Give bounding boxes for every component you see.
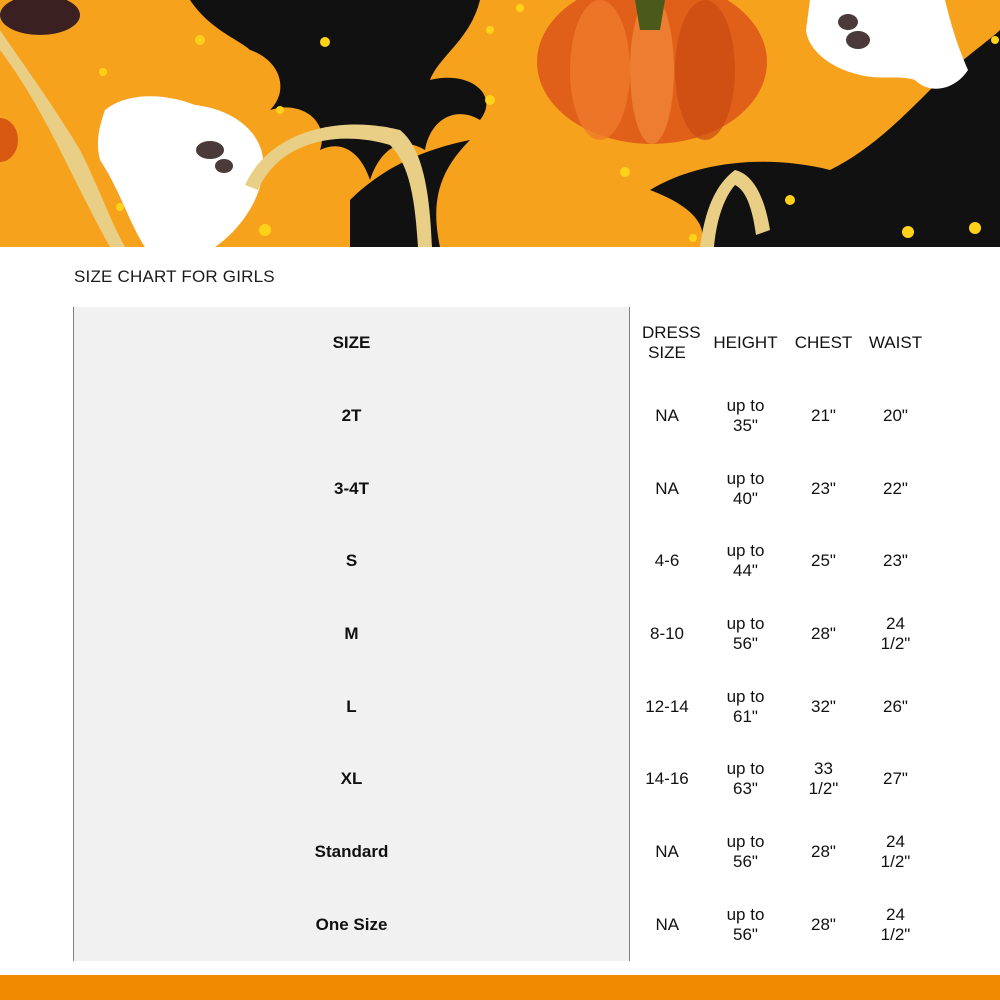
waist-cell: 24 1/2" [861,598,931,671]
column-header-size: SIZE [73,307,630,380]
height-value: up to 61" [726,686,765,726]
waist-cell: 22" [861,452,931,525]
height-cell: up to 61" [705,670,787,743]
column-header-waist: WAIST [868,333,923,353]
column-header-chest: CHEST [794,333,853,353]
size-cell: 3-4T [73,452,630,526]
dress-size-cell: NA [655,914,680,934]
waist-value: 22" [883,478,908,498]
height-cell: up to 56" [705,598,787,671]
banner-illustration [0,0,1000,247]
table-row: M 8-10 up to 56" 28" 24 1/2" [73,597,931,671]
chest-cell: 25" [787,525,861,598]
height-value: up to 40" [726,468,765,508]
height-cell: up to 63" [705,743,787,816]
chest-cell: 23" [787,452,861,525]
table-row: S 4-6 up to 44" 25" 23" [73,525,931,598]
height-cell: up to 56" [705,889,787,962]
size-cell: M [73,597,630,671]
size-cell: L [73,670,630,744]
waist-cell: 20" [861,380,931,453]
size-cell: S [73,525,630,598]
waist-cell: 24 1/2" [861,889,931,962]
size-cell: One Size [73,888,630,962]
waist-value: 24 1/2" [880,832,911,872]
waist-cell: 24 1/2" [861,816,931,889]
chest-value: 32" [811,696,836,716]
waist-cell: 26" [861,670,931,743]
chest-value: 21" [811,406,836,426]
chest-cell: 28" [787,816,861,889]
dress-size-cell: NA [655,406,679,426]
height-cell: up to 56" [705,816,787,889]
height-value: up to 44" [726,541,765,581]
chest-cell: 28" [787,598,861,671]
waist-value: 24 1/2" [880,614,911,654]
column-header-height: HEIGHT [713,333,778,353]
chest-value: 25" [811,551,836,571]
table-row: Standard NA up to 56" 28" 24 1/2" [73,815,931,889]
table-row: 2T NA up to 35" 21" 20" [73,379,931,453]
table-row: XL 14-16 up to 63" 33 1/2" 27" [73,743,931,816]
waist-value: 26" [883,696,908,716]
dress-size-cell: 12-14 [645,696,689,716]
size-chart-table: SIZE DRESS SIZE HEIGHT CHEST WAIST 2T NA… [73,307,931,962]
table-row: One Size NA up to 56" 28" 24 1/2" [73,888,931,962]
waist-value: 23" [883,551,908,571]
chest-cell: 28" [787,889,861,962]
chest-value: 28" [811,624,836,644]
height-value: up to 56" [726,904,765,944]
height-value: up to 35" [726,396,765,436]
waist-value: 24 1/2" [880,904,911,944]
chest-value: 33 1/2" [808,759,839,799]
chest-cell: 32" [787,670,861,743]
size-cell: XL [73,743,630,816]
chest-value: 28" [811,914,836,934]
waist-value: 20" [883,406,908,426]
table-header-row: SIZE DRESS SIZE HEIGHT CHEST WAIST [73,307,931,380]
height-cell: up to 44" [705,525,787,598]
dress-size-cell: NA [655,842,679,862]
halloween-banner-image [0,0,1000,247]
footer-color-strip [0,975,1000,1000]
waist-cell: 27" [861,743,931,816]
height-value: up to 56" [726,832,765,872]
column-header-dress-size: DRESS SIZE [630,307,705,380]
chest-value: 28" [811,842,836,862]
dress-size-cell: NA [655,478,679,498]
height-cell: up to 35" [705,380,787,453]
waist-value: 27" [883,769,908,789]
waist-cell: 23" [861,525,931,598]
dress-size-cell: 8-10 [649,624,685,644]
table-row: 3-4T NA up to 40" 23" 22" [73,452,931,526]
chest-cell: 21" [787,380,861,453]
height-value: up to 56" [726,614,765,654]
dress-size-cell: 4-6 [654,551,680,571]
size-cell: Standard [73,815,630,889]
chest-cell: 33 1/2" [787,743,861,816]
column-header-dress-size-label: DRESS SIZE [642,323,701,363]
chest-value: 23" [811,478,836,498]
height-value: up to 63" [726,759,765,799]
page-title: SIZE CHART FOR GIRLS [74,267,275,286]
size-cell: 2T [73,379,630,453]
height-cell: up to 40" [705,452,787,525]
table-row: L 12-14 up to 61" 32" 26" [73,670,931,744]
dress-size-cell: 14-16 [645,769,689,789]
